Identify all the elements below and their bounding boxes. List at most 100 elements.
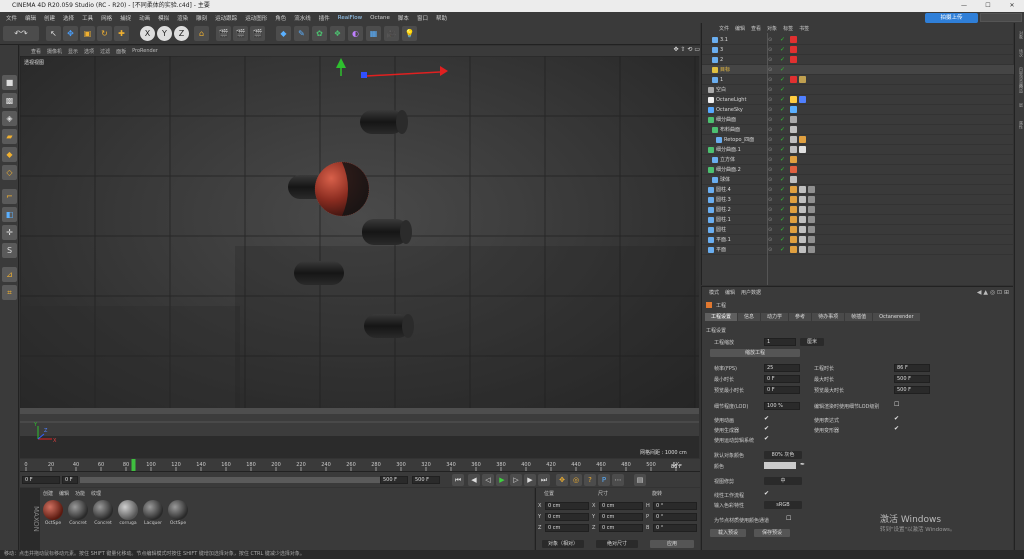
material-item[interactable]: corruga — [117, 500, 139, 530]
enabled-check-icon[interactable]: ✓ — [780, 165, 785, 175]
close-button[interactable]: ✕ — [1000, 0, 1024, 12]
object-tag-icon[interactable] — [790, 206, 797, 213]
view-clip-select[interactable]: 中 — [764, 477, 802, 485]
menu-item[interactable]: 编辑 — [21, 14, 40, 22]
attribute-tab[interactable]: Octanerender — [873, 313, 920, 321]
object-row[interactable]: 3 ⊙ ✓ — [702, 45, 1014, 55]
undo-redo-icon[interactable]: ↶↷ — [3, 26, 39, 41]
viewport-menu-item[interactable]: 过滤 — [97, 48, 113, 55]
material-item[interactable]: OctSpe — [167, 500, 189, 530]
goto-end-icon[interactable]: ⏭ — [538, 474, 550, 486]
keyframe-selection-icon[interactable]: P — [598, 474, 610, 486]
rotation-field[interactable]: 0 ° — [653, 513, 697, 521]
enabled-check-icon[interactable]: ✓ — [780, 55, 785, 65]
scale-icon[interactable]: ▣ — [80, 26, 95, 41]
enabled-check-icon[interactable]: ✓ — [780, 85, 785, 95]
min-time-field[interactable]: 0 F — [764, 375, 800, 383]
select-icon[interactable]: ↖ — [46, 26, 61, 41]
enabled-check-icon[interactable]: ✓ — [780, 195, 785, 205]
use-deformer-checkbox[interactable]: ✔ — [894, 425, 899, 432]
visibility-toggle-icon[interactable]: ⊙ — [768, 65, 772, 75]
snap-icon[interactable]: S — [2, 243, 17, 258]
enabled-check-icon[interactable]: ✓ — [780, 135, 785, 145]
material-item[interactable]: OctSpe — [42, 500, 64, 530]
object-tag-icon[interactable] — [799, 146, 806, 153]
next-frame-icon[interactable]: ▷ — [510, 474, 522, 486]
timeline-ruler[interactable]: 0 20 40 60 80 100 120 140 160 180 200 220 240 260 280 3… — [20, 459, 700, 471]
scale-unit-select[interactable]: 厘米 — [800, 338, 824, 346]
enabled-check-icon[interactable]: ✓ — [780, 145, 785, 155]
texture-mode-icon[interactable]: ▩ — [2, 93, 17, 108]
start-frame-field[interactable]: 0 F — [22, 476, 60, 484]
menu-item[interactable]: 网格 — [97, 14, 116, 22]
enabled-check-icon[interactable]: ✓ — [780, 95, 785, 105]
viewport-menu-item[interactable]: 面板 — [113, 48, 129, 55]
enabled-check-icon[interactable]: ✓ — [780, 205, 785, 215]
visibility-toggle-icon[interactable]: ⊙ — [768, 125, 772, 135]
right-tab[interactable]: 构造 — [1016, 85, 1024, 93]
perspective-viewport[interactable]: Y Z X 透视视图 网格间距 : 1000 cm — [20, 56, 699, 458]
object-tag-icon[interactable] — [790, 236, 797, 243]
enabled-check-icon[interactable]: ✓ — [780, 185, 785, 195]
enabled-check-icon[interactable]: ✓ — [780, 155, 785, 165]
object-tag-icon[interactable] — [799, 216, 806, 223]
preview-min-field[interactable]: 0 F — [764, 386, 800, 394]
position-field[interactable]: 0 cm — [545, 513, 589, 521]
object-row[interactable]: Retopo_四面 ⊙ ✓ — [702, 135, 1014, 145]
object-divider[interactable] — [767, 33, 768, 285]
coordinate-system-icon[interactable]: ⌂ — [194, 26, 209, 41]
enabled-check-icon[interactable]: ✓ — [780, 175, 785, 185]
light-icon[interactable]: 💡 — [402, 26, 417, 41]
motion-system-checkbox[interactable]: ✔ — [764, 435, 769, 442]
object-row[interactable]: 细分曲面 ⊙ ✓ — [702, 115, 1014, 125]
apply-button[interactable]: 应用 — [650, 540, 694, 548]
attr-nav-icon[interactable]: ◀ ▲ ◎ ⊡ ⊞ — [977, 289, 1009, 296]
preview-range-slider[interactable] — [80, 477, 400, 483]
object-tag-icon[interactable] — [790, 106, 797, 113]
menu-item[interactable]: 动画 — [135, 14, 154, 22]
load-preset-button[interactable]: 载入预设 — [710, 529, 746, 537]
visibility-toggle-icon[interactable]: ⊙ — [768, 145, 772, 155]
menu-item[interactable]: 选择 — [59, 14, 78, 22]
color-profile-select[interactable]: sRGB — [764, 501, 802, 509]
object-tag-icon[interactable] — [790, 246, 797, 253]
object-row[interactable]: 2 ⊙ ✓ — [702, 55, 1014, 65]
object-tag-icon[interactable] — [790, 136, 797, 143]
y-axis-icon[interactable]: Y — [157, 26, 172, 41]
use-animation-checkbox[interactable]: ✔ — [764, 415, 769, 422]
move-key-icon[interactable]: ✥ — [556, 474, 568, 486]
material-item[interactable]: Concret — [92, 500, 114, 530]
menu-item[interactable]: 插件 — [315, 14, 334, 22]
object-row[interactable]: 细分曲面.2 ⊙ ✓ — [702, 165, 1014, 175]
attribute-tab[interactable]: 待办事项 — [812, 313, 845, 321]
attribute-tab[interactable]: 动力学 — [761, 313, 789, 321]
object-row[interactable]: 3.1 ⊙ ✓ — [702, 35, 1014, 45]
object-row[interactable]: 立方体 ⊙ ✓ — [702, 155, 1014, 165]
visibility-toggle-icon[interactable]: ⊙ — [768, 165, 772, 175]
object-menu-item[interactable]: 标签 — [780, 25, 796, 32]
object-tag-icon[interactable] — [790, 36, 797, 43]
max-time-field[interactable]: 500 F — [894, 375, 930, 383]
scale-field[interactable]: 1 — [764, 338, 796, 346]
attribute-tab[interactable]: 参考 — [789, 313, 812, 321]
color-swatch[interactable] — [764, 462, 796, 469]
render-picture-viewer-icon[interactable]: 🎬 — [233, 26, 248, 41]
attribute-tab[interactable]: 信息 — [738, 313, 761, 321]
subdivision-icon[interactable]: ✿ — [312, 26, 327, 41]
viewport-menu-item[interactable]: 选项 — [81, 48, 97, 55]
render-settings-icon[interactable]: 🎬 — [250, 26, 265, 41]
make-editable-icon[interactable]: ■ — [2, 75, 17, 90]
object-tag-icon[interactable] — [799, 206, 806, 213]
minimize-button[interactable]: — — [952, 0, 976, 12]
material-menu-item[interactable]: 创建 — [40, 490, 56, 497]
edges-mode-icon[interactable]: ⌐ — [2, 189, 17, 204]
object-tag-icon[interactable] — [799, 196, 806, 203]
prev-key-icon[interactable]: ◀ — [468, 474, 480, 486]
x-axis-icon[interactable]: X — [140, 26, 155, 41]
z-axis-icon[interactable]: Z — [174, 26, 189, 41]
enabled-check-icon[interactable]: ✓ — [780, 215, 785, 225]
object-tag-icon[interactable] — [799, 246, 806, 253]
cloner-icon[interactable]: ❖ — [330, 26, 345, 41]
move-icon[interactable]: ✥ — [63, 26, 78, 41]
upload-button[interactable]: 拍摄上传 — [925, 13, 978, 23]
